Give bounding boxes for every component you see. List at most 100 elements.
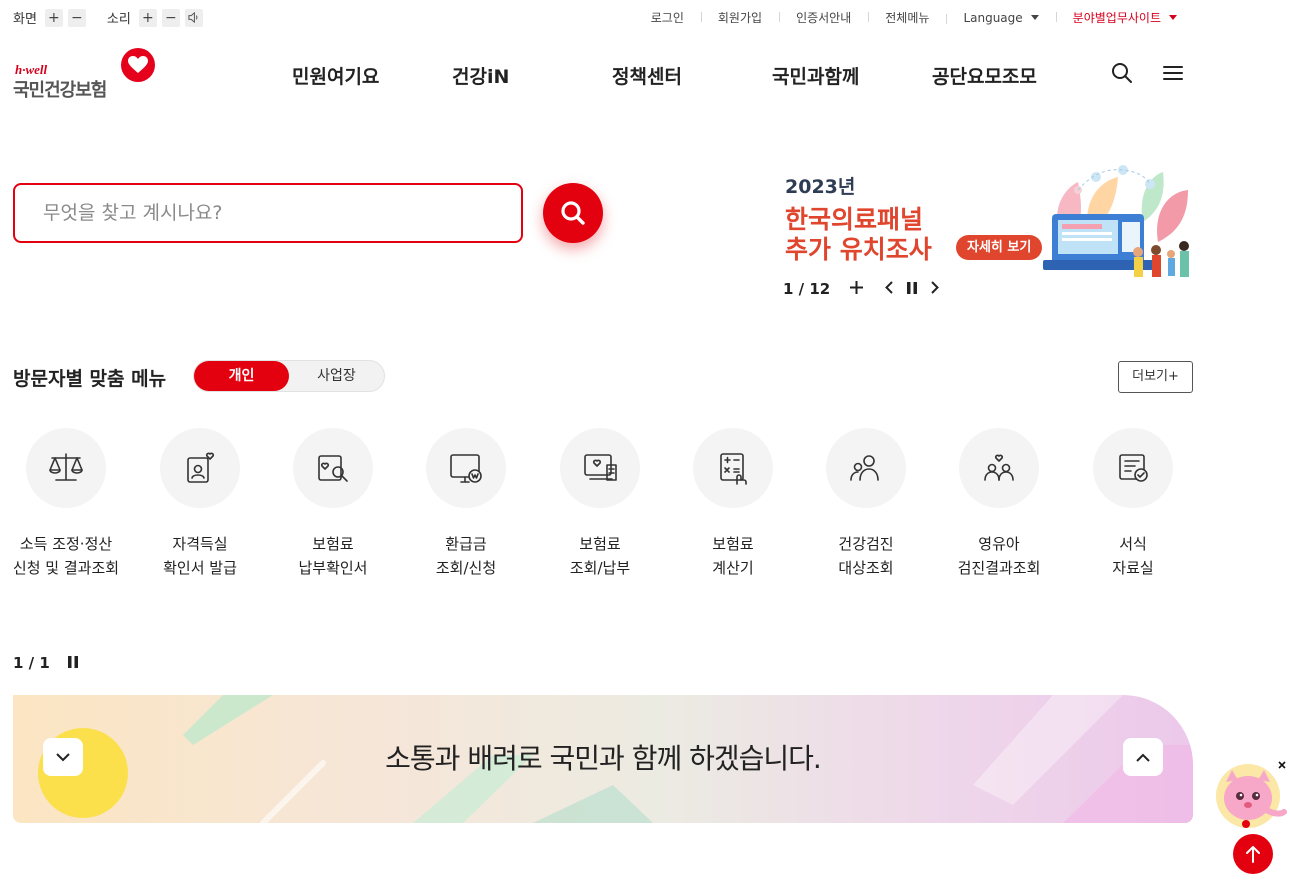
quick-menu-item-infant-checkup[interactable]: 영유아검진결과조회 (934, 428, 1064, 580)
nav-item-about-nhis[interactable]: 공단요모조모 (932, 62, 1037, 89)
quick-menu-label-2: 계산기 (712, 559, 754, 577)
quick-menu-icon-circle (959, 428, 1039, 508)
signup-link[interactable]: 회원가입 (700, 9, 779, 26)
search-input[interactable] (43, 202, 493, 224)
quick-menu-label-2: 납부확인서 (298, 559, 368, 577)
form-check-icon (1119, 454, 1148, 482)
sound-up-button[interactable]: + (138, 8, 157, 27)
quick-menu-item-calculator[interactable]: 보험료계산기 (668, 428, 798, 580)
quick-menu-item-forms[interactable]: 서식자료실 (1068, 428, 1198, 580)
banner-pager: 1 / 12 (783, 280, 831, 298)
document-search-icon (318, 455, 348, 482)
search-icon[interactable] (1111, 62, 1133, 88)
field-sites-dropdown[interactable]: 분야별업무사이트 (1055, 9, 1194, 26)
quick-menu-label-2: 신청 및 결과조회 (12, 559, 120, 577)
quick-menu-label-1: 자격득실 (172, 535, 228, 553)
quick-menu-label-2: 검진결과조회 (957, 559, 1041, 577)
language-dropdown[interactable]: Language (946, 11, 1055, 25)
visitor-type-toggle: 개인 사업장 (193, 360, 385, 392)
slogan-text: 소통과 배려로 국민과 함께 하겠습니다. (385, 742, 822, 775)
quick-menu-label-1: 보험료 (579, 535, 621, 553)
screen-size-label: 화면 (13, 12, 37, 27)
chatbot-mascot[interactable] (1212, 760, 1290, 832)
quick-menu-page-indicator: 1 / 1 (13, 654, 50, 672)
screen-zoom-out-button[interactable]: − (67, 8, 86, 27)
banner-detail-button[interactable]: 자세히 보기 (956, 235, 1043, 260)
quick-menu-label-2: 조회/납부 (569, 559, 631, 577)
quick-menu-item-checkup-target[interactable]: 건강검진대상조회 (801, 428, 931, 580)
pause-icon[interactable] (907, 280, 918, 298)
quick-menu-item-income-adjust[interactable]: 소득 조정·정산신청 및 결과조회 (1, 428, 131, 580)
caret-down-icon (1169, 15, 1177, 20)
family-heart-icon (984, 454, 1014, 481)
quick-menu-icon-circle (426, 428, 506, 508)
sound-down-button[interactable]: − (161, 8, 180, 27)
quick-menu-icon-circle (293, 428, 373, 508)
quick-menu-label-2: 조회/신청 (435, 559, 497, 577)
search-icon (561, 201, 585, 225)
quick-menu-label-1: 영유아 (978, 535, 1020, 553)
caret-down-icon (1030, 14, 1039, 20)
banner-illustration (1043, 165, 1189, 277)
search-field-wrapper (13, 183, 523, 243)
people-search-icon (850, 455, 879, 481)
quick-menu-label-2: 확인서 발급 (163, 559, 237, 577)
login-link[interactable]: 로그인 (634, 9, 701, 26)
search-button[interactable] (543, 183, 603, 243)
visitor-menu-title: 방문자별 맞춤 메뉴 (13, 368, 167, 390)
quick-menu-item-refund[interactable]: 환급금 조회/신청 (401, 428, 531, 580)
quick-menu-item-eligibility-cert[interactable]: 자격득실확인서 발급 (135, 428, 265, 580)
nav-item-civil-service[interactable]: 민원여기요 (292, 62, 379, 89)
nav-item-health-in[interactable]: 건강iN (452, 62, 509, 89)
quick-menu-pager: 1 / 1 (13, 654, 78, 672)
hamburger-menu-icon[interactable] (1163, 65, 1183, 85)
quick-menu-label-1: 서식 (1119, 535, 1147, 553)
calculator-icon (720, 453, 747, 485)
quick-menu-icon-circle (693, 428, 773, 508)
close-icon (1278, 761, 1286, 769)
sound-label: 소리 (106, 12, 131, 27)
quick-menu-label-1: 건강검진 (838, 535, 894, 553)
nav-item-policy-center[interactable]: 정책센터 (612, 62, 682, 89)
banner-controls: 1 / 12 (783, 279, 940, 299)
quick-menu-label-1: 보험료 (712, 535, 754, 553)
quick-menu-label-2: 자료실 (1112, 559, 1154, 577)
tab-business[interactable]: 사업장 (289, 361, 384, 391)
quick-menu-label-2: 대상조회 (838, 559, 894, 577)
utility-bar: 화면 + − 소리 + − 로그인 회원가입 인증서안내 전체메뉴 Langua… (0, 0, 1290, 36)
pause-icon[interactable] (67, 654, 78, 672)
slogan-banner: 소통과 배려로 국민과 함께 하겠습니다. (13, 695, 1193, 823)
quick-menu-icon-circle (160, 428, 240, 508)
chevron-down-icon[interactable] (43, 738, 83, 776)
monitor-receipt-icon (584, 454, 617, 481)
monitor-coin-icon (450, 454, 482, 483)
nav-item-with-citizens[interactable]: 국민과함께 (772, 62, 859, 89)
tab-individual[interactable]: 개인 (194, 361, 289, 391)
promo-banner[interactable]: 2023년 한국의료패널 추가 유치조사 자세히 보기 (780, 160, 1200, 290)
chevron-up-icon[interactable] (1123, 738, 1163, 776)
banner-title-line2: 추가 유치조사 (785, 235, 932, 264)
heart-logo-icon (121, 48, 155, 82)
speaker-icon[interactable] (184, 8, 203, 27)
accessibility-controls: 화면 + − 소리 + − (13, 8, 208, 27)
id-card-heart-icon (187, 452, 215, 483)
quick-menu-item-premium-payment[interactable]: 보험료조회/납부 (535, 428, 665, 580)
site-logo[interactable]: h·well 국민건강보험 (13, 48, 158, 101)
screen-zoom-in-button[interactable]: + (44, 8, 63, 27)
chevron-right-icon[interactable] (931, 280, 940, 298)
logo-name: 국민건강보험 (13, 80, 107, 101)
language-label: Language (963, 10, 1023, 25)
chevron-left-icon[interactable] (885, 280, 893, 298)
banner-more-plus-icon[interactable] (850, 280, 864, 298)
quick-menu-icon-circle (26, 428, 106, 508)
all-menu-link[interactable]: 전체메뉴 (868, 9, 946, 26)
scale-icon (49, 453, 83, 481)
more-button[interactable]: 더보기+ (1118, 361, 1193, 393)
certificate-guide-link[interactable]: 인증서안내 (779, 9, 868, 26)
quick-menu-item-payment-cert[interactable]: 보험료 납부확인서 (268, 428, 398, 580)
utility-links: 로그인 회원가입 인증서안내 전체메뉴 Language 분야별업무사이트 (634, 9, 1194, 26)
quick-menu-label-1: 소득 조정·정산 (19, 535, 113, 553)
field-sites-label: 분야별업무사이트 (1072, 11, 1161, 25)
arrow-up-icon (1246, 846, 1260, 863)
scroll-top-button[interactable] (1233, 834, 1273, 874)
